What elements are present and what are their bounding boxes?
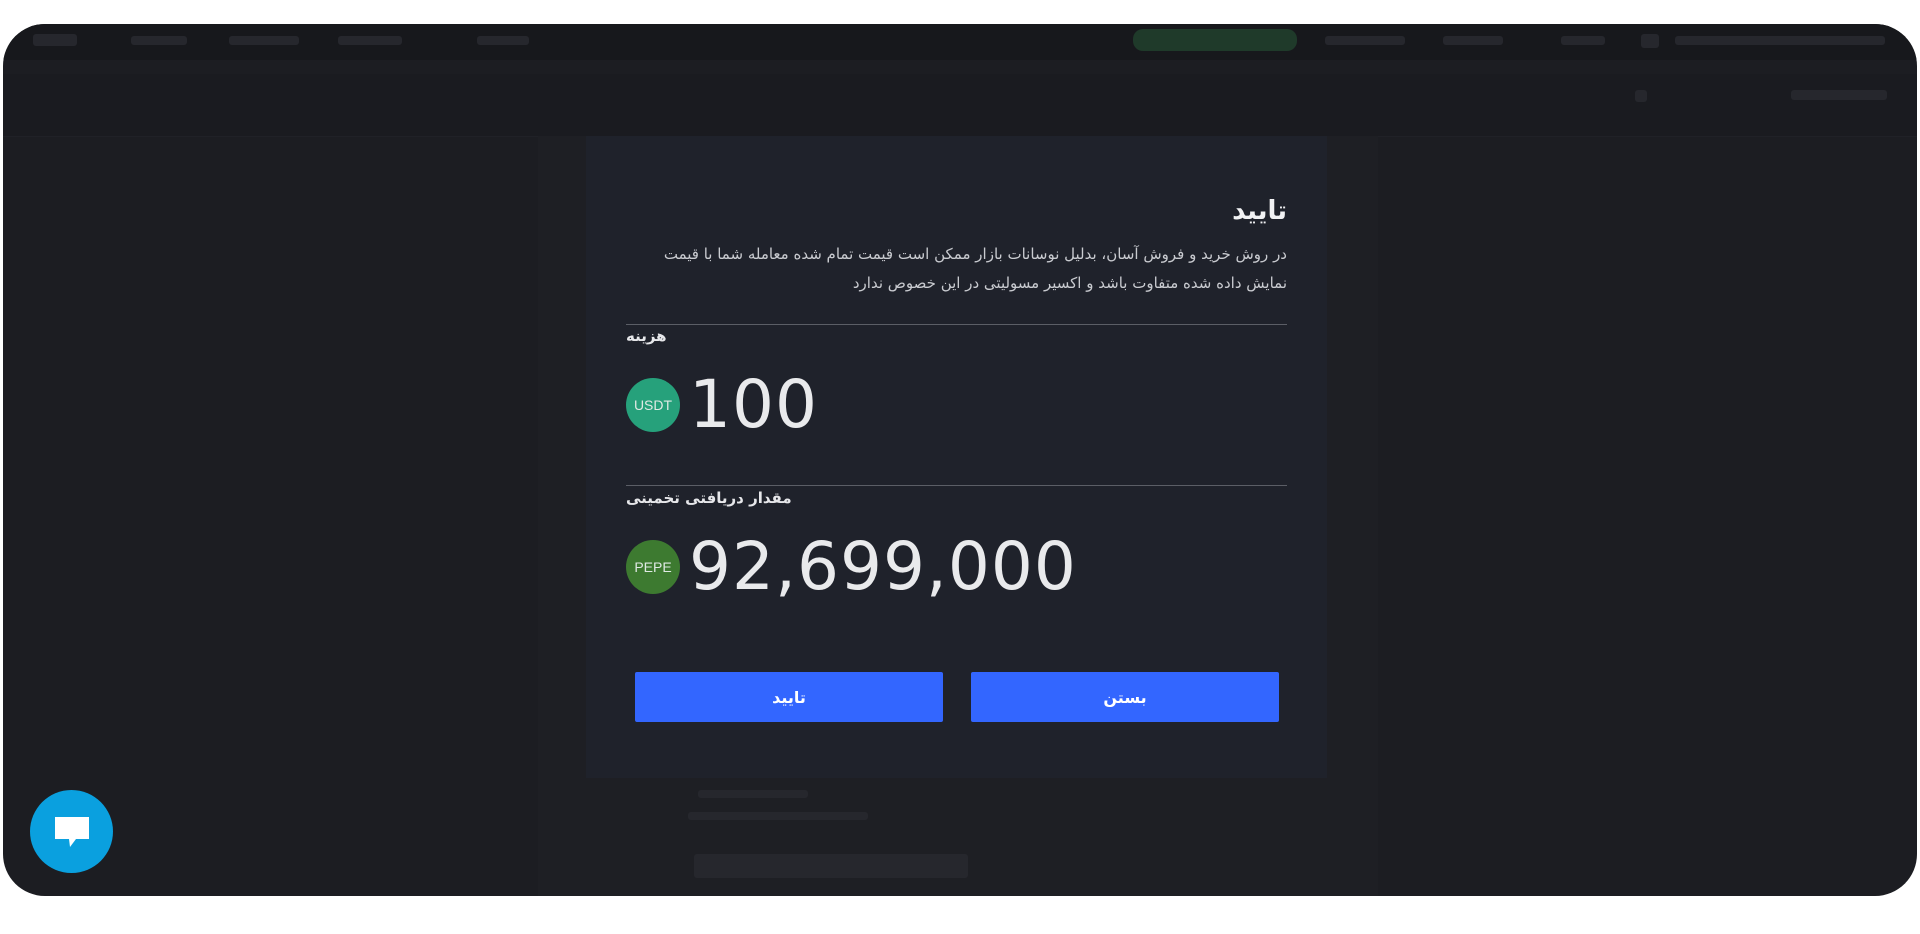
estimated-label: مقدار دریافتی تخمینی	[626, 489, 792, 507]
modal-description: در روش خرید و فروش آسان، بدلیل نوسانات ب…	[663, 245, 1287, 292]
background-nav-item	[477, 36, 529, 45]
background-nav-item	[1791, 90, 1887, 100]
modal-title: تایید	[1232, 196, 1287, 226]
background-sub-bar	[3, 74, 1917, 137]
background-nav-item	[338, 36, 402, 45]
background-button	[694, 854, 968, 878]
chat-bubble-icon	[54, 816, 89, 847]
background-nav-item	[1561, 36, 1605, 45]
close-button[interactable]: بستن	[971, 672, 1279, 722]
background-nav-item	[229, 36, 299, 45]
estimated-amount: 92,699,000	[689, 528, 1077, 605]
background-icon	[1635, 90, 1647, 102]
cost-amount-row: USDT 100	[626, 366, 818, 443]
confirm-modal: تایید در روش خرید و فروش آسان، بدلیل نوس…	[586, 136, 1327, 778]
cost-amount: 100	[689, 366, 818, 443]
background-text	[698, 790, 808, 798]
estimated-amount-row: PEPE 92,699,000	[626, 528, 1077, 605]
background-nav-item	[131, 36, 187, 45]
background-nav-item	[1675, 36, 1885, 45]
pepe-coin-icon: PEPE	[626, 539, 680, 594]
confirm-button[interactable]: تایید	[635, 672, 943, 722]
background-icon	[1641, 34, 1659, 48]
divider	[626, 485, 1287, 486]
background-nav-item	[1443, 36, 1503, 45]
background-top-bar	[3, 24, 1917, 60]
background-text	[688, 812, 868, 820]
background-green-button	[1133, 29, 1297, 51]
background-logo	[33, 34, 77, 46]
divider	[626, 324, 1287, 325]
cost-label: هزینه	[626, 327, 667, 345]
background-nav-item	[1325, 36, 1405, 45]
usdt-coin-icon: USDT	[626, 377, 680, 432]
chat-button[interactable]	[30, 790, 113, 873]
